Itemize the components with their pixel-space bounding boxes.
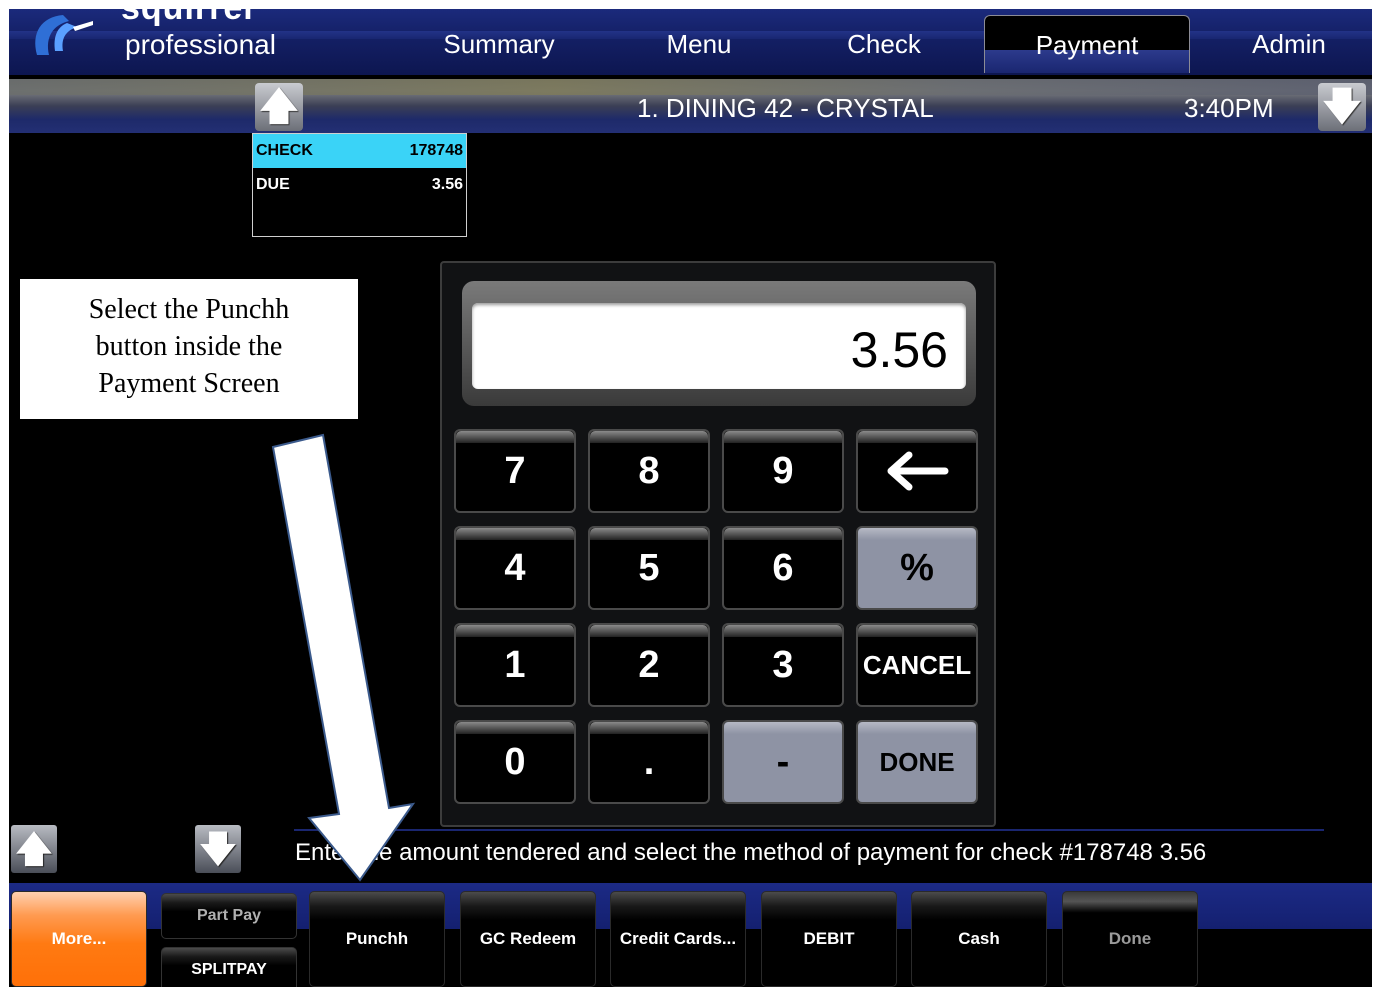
list-up-button[interactable]: 🡅 [11,825,57,873]
key-0[interactable]: 0 [454,720,576,804]
key-2[interactable]: 2 [588,623,710,707]
due-label: DUE [256,176,290,193]
key-9[interactable]: 9 [722,429,844,513]
key-4[interactable]: 4 [454,526,576,610]
list-down-button[interactable]: 🡇 [195,825,241,873]
splitpay-button[interactable]: SPLITPAY [161,947,297,987]
check-label: CHECK [256,142,313,159]
tab-check[interactable]: Check [829,29,939,60]
tab-summary[interactable]: Summary [439,29,559,60]
callout-line-1: Select the Punchh [88,294,290,325]
debit-button[interactable]: DEBIT [761,891,897,987]
prompt-divider [294,829,1324,831]
instruction-callout: Select the Punchh button inside the Paym… [20,279,358,419]
keypad-panel: 3.56 7 8 9 4 5 6 % 1 2 3 CANCEL 0 . - DO… [440,261,996,827]
key-7[interactable]: 7 [454,429,576,513]
key-5[interactable]: 5 [588,526,710,610]
arrow-down-icon: 🡇 [199,828,237,869]
punchh-button[interactable]: Punchh [309,891,445,987]
amount-field[interactable]: 3.56 [472,303,966,389]
due-amount: 3.56 [431,176,463,193]
key-8[interactable]: 8 [588,429,710,513]
callout-line-3: Payment Screen [98,368,280,399]
cash-button[interactable]: Cash [911,891,1047,987]
more-button[interactable]: More... [11,891,147,987]
decimal-key[interactable]: . [588,720,710,804]
tab-payment[interactable]: Payment [984,15,1190,73]
scroll-down-button[interactable]: 🡇 [1318,83,1366,131]
gc-redeem-button[interactable]: GC Redeem [460,891,596,987]
minus-key[interactable]: - [722,720,844,804]
arrow-down-icon: 🡇 [1322,86,1362,128]
key-3[interactable]: 3 [722,623,844,707]
check-number: 178748 [409,142,463,159]
arrow-up-icon: 🡅 [259,86,299,128]
part-pay-button[interactable]: Part Pay [161,893,297,939]
check-row[interactable]: CHECK 178748 [253,134,466,168]
tab-menu[interactable]: Menu [649,29,749,60]
table-title: 1. DINING 42 - CRYSTAL [637,93,934,123]
check-panel[interactable]: CHECK 178748 DUE 3.56 [252,133,467,237]
tab-admin[interactable]: Admin [1234,29,1344,60]
due-row: DUE 3.56 [253,168,466,202]
backspace-arrow-icon [887,451,949,491]
key-6[interactable]: 6 [722,526,844,610]
amount-value: 3.56 [850,322,948,378]
cancel-key[interactable]: CANCEL [856,623,978,707]
amount-display: 3.56 [462,281,976,406]
header-bar: 🡅 1. DINING 42 - CRYSTAL 3:40PM 🡇 [9,79,1372,133]
pos-window: squirrel professional Summary Menu Check… [9,9,1372,987]
done-button[interactable]: Done [1062,891,1198,987]
credit-cards-button[interactable]: Credit Cards... [610,891,746,987]
scroll-up-button[interactable]: 🡅 [255,83,303,131]
logo-wordmark: squirrel [121,9,254,28]
key-1[interactable]: 1 [454,623,576,707]
done-key[interactable]: DONE [856,720,978,804]
payment-prompt: Enter the amount tendered and select the… [295,839,1207,866]
clock: 3:40PM [1184,93,1274,123]
top-nav: squirrel professional Summary Menu Check… [9,9,1372,75]
percent-key[interactable]: % [856,526,978,610]
arrow-up-icon: 🡅 [15,828,53,869]
logo-subtitle: professional [125,29,276,60]
backspace-key[interactable] [856,429,978,513]
callout-line-2: button inside the [95,331,283,362]
squirrel-logo-icon [35,15,93,55]
